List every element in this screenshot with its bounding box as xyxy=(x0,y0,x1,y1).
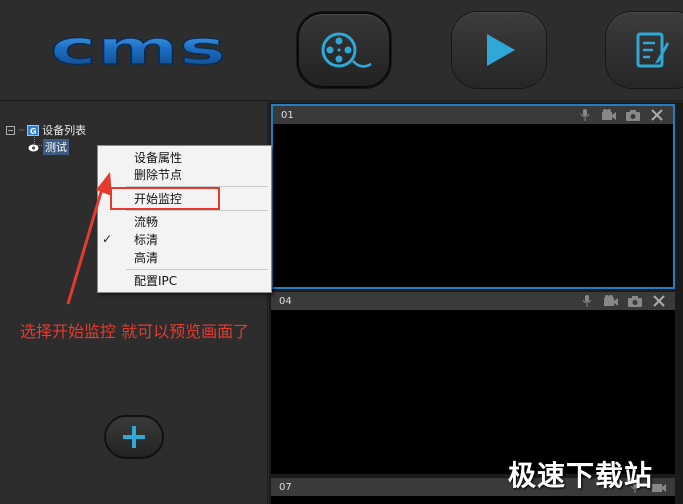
video-panel-04[interactable]: 04 xyxy=(271,292,675,474)
snapshot-icon[interactable] xyxy=(627,295,643,307)
close-icon[interactable] xyxy=(649,109,665,121)
microphone-icon[interactable] xyxy=(577,109,593,121)
config-button[interactable] xyxy=(606,12,683,88)
menu-item-configure-ipc[interactable]: 配置IPC xyxy=(134,273,177,289)
top-toolbar: cms xyxy=(0,0,683,101)
tree-child-label: 测试 xyxy=(43,139,69,155)
context-menu: 设备属性 删除节点 开始监控 流畅 ✓ 标清 高清 配置IPC xyxy=(97,145,272,293)
menu-item-standard-definition[interactable]: 标清 xyxy=(134,232,158,248)
logo-text: cms xyxy=(50,30,226,70)
cms-logo: cms xyxy=(50,30,227,70)
play-icon xyxy=(487,34,515,66)
record-camera-icon[interactable] xyxy=(603,295,619,307)
menu-separator xyxy=(126,269,268,270)
edit-document-icon xyxy=(636,32,669,68)
tree-connector: ···· xyxy=(18,125,25,135)
snapshot-icon[interactable] xyxy=(625,109,641,121)
video-grid: 01 04 07 xyxy=(269,102,683,504)
watermark: 极速下载站 xyxy=(508,459,654,492)
annotation-highlight-box xyxy=(110,187,220,210)
collapse-icon[interactable]: − xyxy=(6,125,15,135)
record-camera-icon[interactable] xyxy=(601,109,617,121)
video-panel-title: 07 xyxy=(279,481,292,493)
record-camera-icon[interactable] xyxy=(651,481,667,493)
video-panel-title: 01 xyxy=(281,109,294,121)
menu-item-high-definition[interactable]: 高清 xyxy=(134,250,158,266)
menu-item-device-properties[interactable]: 设备属性 xyxy=(134,150,182,166)
video-panel-header: 04 xyxy=(271,292,675,310)
annotation-arrow xyxy=(66,172,112,305)
tree-root-label: 设备列表 xyxy=(42,124,87,137)
close-icon[interactable] xyxy=(651,295,667,307)
menu-item-delete-node[interactable]: 删除节点 xyxy=(134,167,182,183)
video-panel-header: 01 xyxy=(273,106,673,124)
playback-button[interactable] xyxy=(452,12,546,88)
microphone-icon[interactable] xyxy=(579,295,595,307)
menu-item-smooth[interactable]: 流畅 xyxy=(134,214,158,230)
live-video-button[interactable] xyxy=(297,12,391,88)
plus-icon xyxy=(123,426,145,448)
tree-child-node[interactable]: 测试 xyxy=(28,139,69,155)
add-device-button[interactable] xyxy=(104,415,164,459)
camera-node-icon xyxy=(28,144,39,151)
film-reel-icon xyxy=(321,32,372,68)
video-panel-title: 04 xyxy=(279,295,292,307)
video-panel-01[interactable]: 01 xyxy=(271,104,675,289)
annotation-text: 选择开始监控 就可以预览画面了 xyxy=(20,322,250,341)
menu-separator xyxy=(126,210,268,211)
